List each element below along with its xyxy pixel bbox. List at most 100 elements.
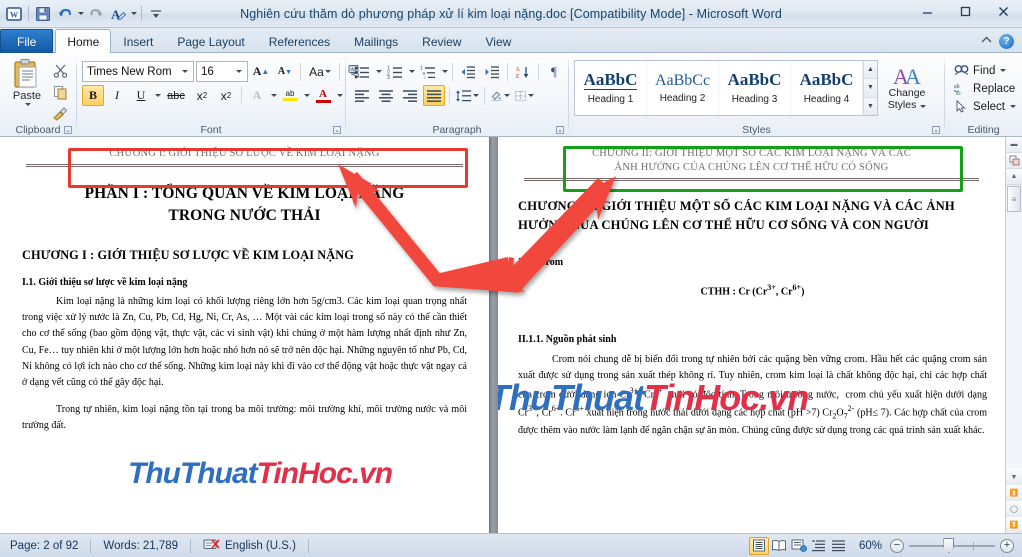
styles-scroll-down-icon[interactable]: ▼ <box>864 79 877 98</box>
paste-dropdown-icon[interactable] <box>24 103 31 106</box>
tab-insert[interactable]: Insert <box>111 30 165 53</box>
zoom-track[interactable] <box>909 538 995 553</box>
font-size-combo[interactable]: 16 <box>196 61 248 82</box>
font-name-dropdown-icon[interactable] <box>178 70 191 73</box>
scroll-down-arrow[interactable]: ▼ <box>1006 469 1022 485</box>
quick-access-toolbar[interactable]: W A <box>0 0 166 27</box>
style-heading-1[interactable]: AaBbC Heading 1 <box>575 61 647 115</box>
undo-icon[interactable] <box>55 4 75 24</box>
quick-styles-dropdown-icon[interactable] <box>131 12 137 15</box>
tab-view[interactable]: View <box>474 30 524 53</box>
style-heading-2[interactable]: AaBbCc Heading 2 <box>647 61 719 115</box>
shading-icon[interactable] <box>489 85 511 106</box>
tab-review[interactable]: Review <box>410 30 473 53</box>
font-name-combo[interactable]: Times New Rom <box>82 61 194 82</box>
styles-gallery[interactable]: AaBbC Heading 1 AaBbCc Heading 2 AaBbC H… <box>574 60 878 116</box>
find-button[interactable]: Find <box>951 62 1016 79</box>
numbering-dropdown-icon[interactable] <box>409 70 415 73</box>
strikethrough-button[interactable]: abc <box>163 85 189 106</box>
previous-page-icon[interactable]: ⏫ <box>1006 485 1022 501</box>
justify-icon[interactable] <box>423 85 445 106</box>
style-heading-3[interactable]: AaBbC Heading 3 <box>719 61 791 115</box>
pages-container[interactable]: CHƯƠNG I: GIỚI THIỆU SƠ LƯỢC VỀ KIM LOẠI… <box>0 137 1005 533</box>
font-color-dropdown-icon[interactable] <box>337 94 343 97</box>
change-case-icon[interactable]: Aa <box>305 61 335 82</box>
paste-button[interactable]: Paste <box>5 58 49 106</box>
bold-button[interactable]: B <box>82 85 104 106</box>
minimize-ribbon-icon[interactable] <box>980 32 993 50</box>
view-print-layout-icon[interactable] <box>748 536 769 555</box>
scrollbar-options-icon[interactable] <box>1006 153 1022 169</box>
quick-styles-icon[interactable]: A <box>108 4 128 24</box>
line-spacing-icon[interactable] <box>454 85 480 106</box>
zoom-thumb[interactable] <box>943 538 955 553</box>
bullets-dropdown-icon[interactable] <box>376 70 382 73</box>
zoom-out-button[interactable]: − <box>890 538 904 553</box>
highlight-dropdown-icon[interactable] <box>304 94 310 97</box>
multilevel-list-icon[interactable]: 1ai <box>417 61 439 82</box>
numbering-icon[interactable]: 123 <box>384 61 406 82</box>
proofing-status[interactable]: English (U.S.) <box>193 538 306 554</box>
text-effects-dropdown-icon[interactable] <box>271 94 277 97</box>
page-left[interactable]: CHƯƠNG I: GIỚI THIỆU SƠ LƯỢC VỀ KIM LOẠI… <box>0 137 489 533</box>
view-full-screen-reading-icon[interactable] <box>769 537 789 555</box>
view-web-layout-icon[interactable] <box>789 537 809 555</box>
text-effects-icon[interactable]: A <box>246 85 268 106</box>
style-heading-4[interactable]: AaBbC Heading 4 <box>791 61 863 115</box>
view-draft-icon[interactable] <box>829 537 849 555</box>
increase-indent-icon[interactable] <box>481 61 503 82</box>
cut-icon[interactable] <box>49 60 71 80</box>
find-dropdown-icon[interactable] <box>1000 69 1007 72</box>
scrollbar-track[interactable] <box>1006 213 1022 469</box>
italic-button[interactable]: I <box>106 85 128 106</box>
decrease-indent-icon[interactable] <box>457 61 479 82</box>
paragraph-dialog-launcher[interactable]: ⌄ <box>556 125 564 134</box>
show-formatting-marks-icon[interactable]: ¶ <box>543 61 565 82</box>
font-size-dropdown-icon[interactable] <box>232 70 245 73</box>
tab-home[interactable]: Home <box>55 29 112 53</box>
format-painter-icon[interactable] <box>49 104 71 124</box>
scrollbar-thumb[interactable]: ≡ <box>1007 186 1021 212</box>
maximize-button[interactable] <box>946 0 984 22</box>
tab-mailings[interactable]: Mailings <box>342 30 410 53</box>
tab-file[interactable]: File <box>0 29 54 53</box>
page-right[interactable]: CHƯƠNG II: GIỚI THIỆU MỘT SỐ CÁC KIM LOẠ… <box>498 137 1005 533</box>
zoom-slider[interactable]: − + <box>890 538 1022 553</box>
styles-scroll-up-icon[interactable]: ▲ <box>864 61 877 80</box>
change-styles-button[interactable]: AA Change Styles <box>878 58 936 111</box>
align-left-icon[interactable] <box>351 85 373 106</box>
underline-button[interactable]: U <box>130 85 152 106</box>
copy-icon[interactable] <box>49 82 71 102</box>
multilevel-list-dropdown-icon[interactable] <box>442 70 448 73</box>
clipboard-dialog-launcher[interactable]: ⌄ <box>64 126 72 134</box>
styles-gallery-scroll[interactable]: ▲ ▼ ▼ <box>863 61 877 115</box>
borders-icon[interactable] <box>513 85 535 106</box>
styles-dialog-launcher[interactable]: ⌄ <box>932 125 940 134</box>
select-browse-object-icon[interactable]: ◯ <box>1006 501 1022 517</box>
next-page-icon[interactable]: ⏬ <box>1006 517 1022 533</box>
replace-button[interactable]: ab ac Replace <box>951 80 1016 97</box>
page-indicator[interactable]: Page: 2 of 92 <box>0 540 88 552</box>
vertical-scrollbar[interactable]: ▬ ▲ ≡ ▼ ⏫ ◯ ⏬ <box>1005 137 1022 533</box>
close-button[interactable] <box>984 0 1022 22</box>
select-dropdown-icon[interactable] <box>1009 105 1016 108</box>
tab-page-layout[interactable]: Page Layout <box>165 30 256 53</box>
word-app-icon[interactable]: W <box>4 4 24 24</box>
shrink-font-icon[interactable]: A ▼ <box>274 61 296 82</box>
split-bar-icon[interactable]: ▬ <box>1006 137 1022 153</box>
align-right-icon[interactable] <box>399 85 421 106</box>
highlight-icon[interactable]: ab <box>279 85 301 106</box>
subscript-button[interactable]: x2 <box>191 85 213 106</box>
customize-qat-icon[interactable] <box>146 4 166 24</box>
font-color-icon[interactable]: A <box>312 85 334 106</box>
font-dialog-launcher[interactable]: ⌄ <box>333 125 341 134</box>
minimize-button[interactable] <box>908 0 946 22</box>
scroll-up-arrow[interactable]: ▲ <box>1006 169 1022 185</box>
align-center-icon[interactable] <box>375 85 397 106</box>
undo-dropdown-icon[interactable] <box>78 12 84 15</box>
redo-icon[interactable] <box>86 4 106 24</box>
grow-font-icon[interactable]: A ▲ <box>250 61 272 82</box>
save-icon[interactable] <box>33 4 53 24</box>
select-button[interactable]: Select <box>951 98 1016 115</box>
view-outline-icon[interactable] <box>809 537 829 555</box>
